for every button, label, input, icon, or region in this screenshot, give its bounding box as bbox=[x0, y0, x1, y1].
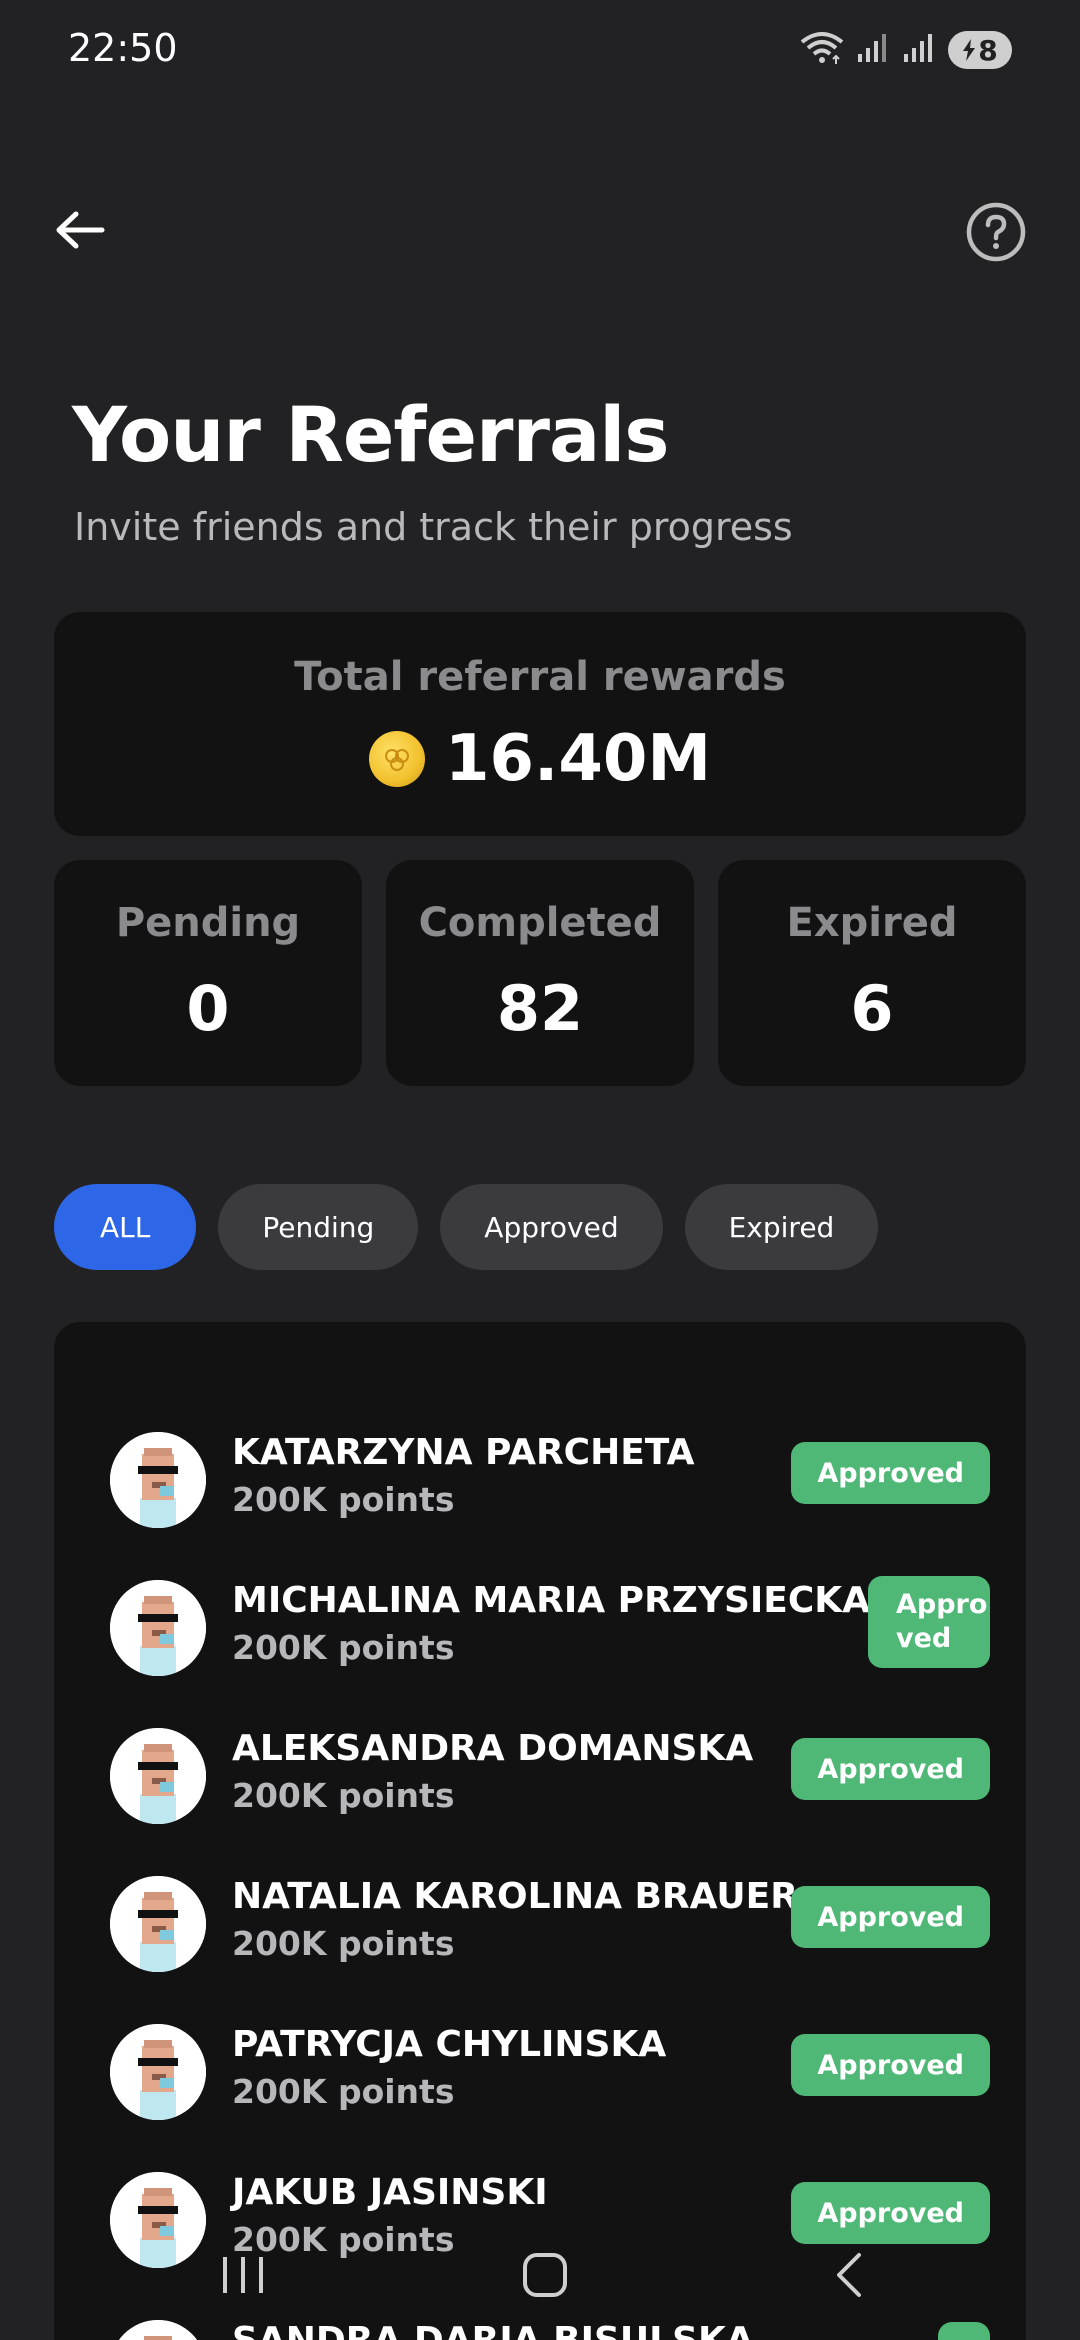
back-icon[interactable] bbox=[814, 2240, 884, 2310]
avatar bbox=[110, 1728, 206, 1824]
list-item[interactable]: SANDRA DARIA BISULSKA bbox=[110, 2310, 990, 2340]
filter-tabs: ALL Pending Approved Expired bbox=[54, 1184, 879, 1270]
system-nav-bar bbox=[0, 2240, 1080, 2310]
page-title: Your Referrals bbox=[72, 390, 670, 479]
referrals-screen: 22:50 8 Your Referrals Invite friends an… bbox=[0, 0, 1080, 2340]
avatar bbox=[110, 1432, 206, 1528]
battery-level: 8 bbox=[978, 33, 998, 67]
avatar bbox=[110, 1580, 206, 1676]
total-rewards-label: Total referral rewards bbox=[294, 654, 786, 700]
page-subtitle: Invite friends and track their progress bbox=[74, 505, 793, 549]
list-item[interactable]: PATRYCJA CHYLINSKA 200K points Approved bbox=[110, 2014, 990, 2134]
filter-pending[interactable]: Pending bbox=[218, 1184, 419, 1270]
status-icons: 8 bbox=[800, 30, 1012, 70]
stat-label: Expired bbox=[786, 900, 958, 946]
referral-name: MICHALINA MARIA PRZYSIECKA bbox=[232, 1580, 871, 1621]
coin-icon bbox=[368, 731, 425, 787]
battery-icon: 8 bbox=[948, 31, 1012, 69]
avatar bbox=[110, 1876, 206, 1972]
stat-card-completed: Completed 82 bbox=[386, 860, 694, 1086]
recent-apps-icon[interactable] bbox=[208, 2240, 278, 2310]
list-item[interactable]: MICHALINA MARIA PRZYSIECKA 200K points A… bbox=[110, 1570, 990, 1690]
status-badge: Approved bbox=[791, 1886, 990, 1948]
total-rewards-value: 16.40M bbox=[444, 722, 712, 796]
avatar bbox=[110, 2320, 206, 2340]
stat-label: Completed bbox=[418, 900, 662, 946]
status-badge: Approved bbox=[791, 1442, 990, 1504]
status-badge: Approved bbox=[791, 2034, 990, 2096]
stat-label: Pending bbox=[115, 900, 301, 946]
referral-points: 200K points bbox=[232, 2072, 455, 2111]
referral-name: ALEKSANDRA DOMANSKA bbox=[232, 1728, 754, 1769]
wifi-icon bbox=[800, 30, 844, 70]
referral-name: SANDRA DARIA BISULSKA bbox=[232, 2320, 754, 2340]
referral-points: 200K points bbox=[232, 1480, 455, 1519]
total-rewards-card: Total referral rewards 16.40M bbox=[54, 612, 1026, 836]
referral-points: 200K points bbox=[232, 1776, 455, 1815]
signal-icon bbox=[856, 32, 890, 68]
back-button[interactable] bbox=[50, 200, 110, 260]
status-bar: 22:50 8 bbox=[0, 0, 1080, 100]
filter-approved[interactable]: Approved bbox=[440, 1184, 663, 1270]
status-time: 22:50 bbox=[68, 26, 178, 70]
status-badge bbox=[938, 2322, 990, 2340]
referral-name: NATALIA KAROLINA BRAUER bbox=[232, 1876, 798, 1917]
help-circle-icon bbox=[966, 202, 1026, 262]
status-badge: Approved bbox=[791, 1738, 990, 1800]
referral-points: 200K points bbox=[232, 1924, 455, 1963]
stat-value: 82 bbox=[496, 972, 584, 1045]
list-item[interactable]: ALEKSANDRA DOMANSKA 200K points Approved bbox=[110, 1718, 990, 1838]
filter-expired[interactable]: Expired bbox=[684, 1184, 879, 1270]
stat-card-expired: Expired 6 bbox=[718, 860, 1026, 1086]
total-rewards-value-row: 16.40M bbox=[54, 722, 1026, 796]
avatar bbox=[110, 2024, 206, 2120]
referral-points: 200K points bbox=[232, 1628, 455, 1667]
stat-value: 0 bbox=[186, 972, 230, 1045]
help-button[interactable] bbox=[964, 200, 1028, 264]
list-item[interactable]: NATALIA KAROLINA BRAUER 200K points Appr… bbox=[110, 1866, 990, 1986]
referral-name: KATARZYNA PARCHETA bbox=[232, 1432, 695, 1473]
filter-all[interactable]: ALL bbox=[54, 1184, 197, 1270]
referral-name: JAKUB JASINSKI bbox=[232, 2172, 548, 2213]
stat-card-pending: Pending 0 bbox=[54, 860, 362, 1086]
home-icon[interactable] bbox=[510, 2240, 580, 2310]
signal-icon bbox=[902, 32, 936, 68]
list-item[interactable]: KATARZYNA PARCHETA 200K points Approved bbox=[110, 1422, 990, 1542]
arrow-left-icon bbox=[56, 211, 105, 249]
stat-value: 6 bbox=[850, 972, 894, 1045]
referral-list: KATARZYNA PARCHETA 200K points Approved … bbox=[54, 1322, 1026, 2340]
status-badge: Approved bbox=[791, 2182, 990, 2244]
status-badge: Appro ved bbox=[868, 1576, 990, 1668]
referral-name: PATRYCJA CHYLINSKA bbox=[232, 2024, 667, 2065]
